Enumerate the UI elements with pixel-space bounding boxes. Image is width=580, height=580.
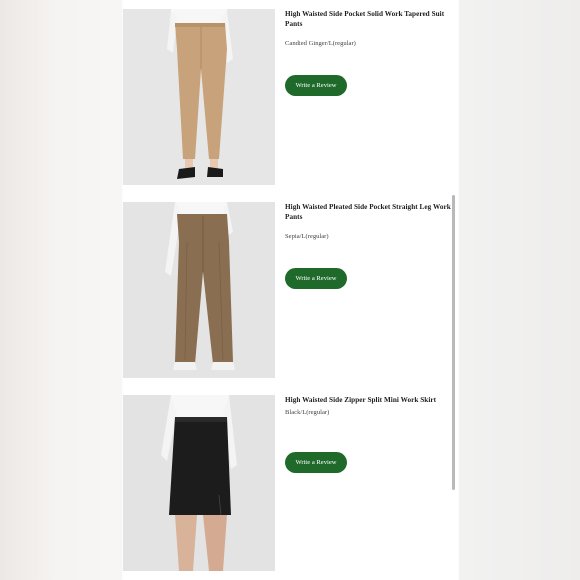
list-item: High Waisted Side Zipper Split Mini Work… (123, 395, 457, 575)
product-info: High Waisted Side Pocket Solid Work Tape… (285, 9, 453, 47)
scrollbar[interactable] (452, 195, 455, 490)
list-item: High Waisted Pleated Side Pocket Straigh… (123, 202, 457, 382)
black-mini-skirt-photo (123, 395, 275, 571)
order-review-list: High Waisted Side Pocket Solid Work Tape… (123, 0, 457, 580)
product-image[interactable] (123, 9, 275, 185)
product-info: High Waisted Side Zipper Split Mini Work… (285, 395, 453, 416)
tan-tapered-pants-photo (123, 9, 275, 185)
brown-straight-leg-pants-photo (123, 202, 275, 378)
product-image[interactable] (123, 202, 275, 378)
list-item: High Waisted Side Pocket Solid Work Tape… (123, 9, 457, 189)
product-title[interactable]: High Waisted Pleated Side Pocket Straigh… (285, 202, 453, 223)
product-title[interactable]: High Waisted Side Pocket Solid Work Tape… (285, 9, 453, 30)
write-review-button[interactable]: Write a Review (285, 268, 347, 289)
product-image[interactable] (123, 395, 275, 571)
product-info: High Waisted Pleated Side Pocket Straigh… (285, 202, 453, 240)
write-review-button[interactable]: Write a Review (285, 452, 347, 473)
product-variant: Black/L(regular) (285, 409, 330, 417)
write-review-button[interactable]: Write a Review (285, 75, 347, 96)
product-variant: Sepia/L(regular) (285, 232, 329, 240)
product-title[interactable]: High Waisted Side Zipper Split Mini Work… (285, 395, 453, 405)
product-variant: Candied Ginger/L(regular) (285, 39, 356, 47)
